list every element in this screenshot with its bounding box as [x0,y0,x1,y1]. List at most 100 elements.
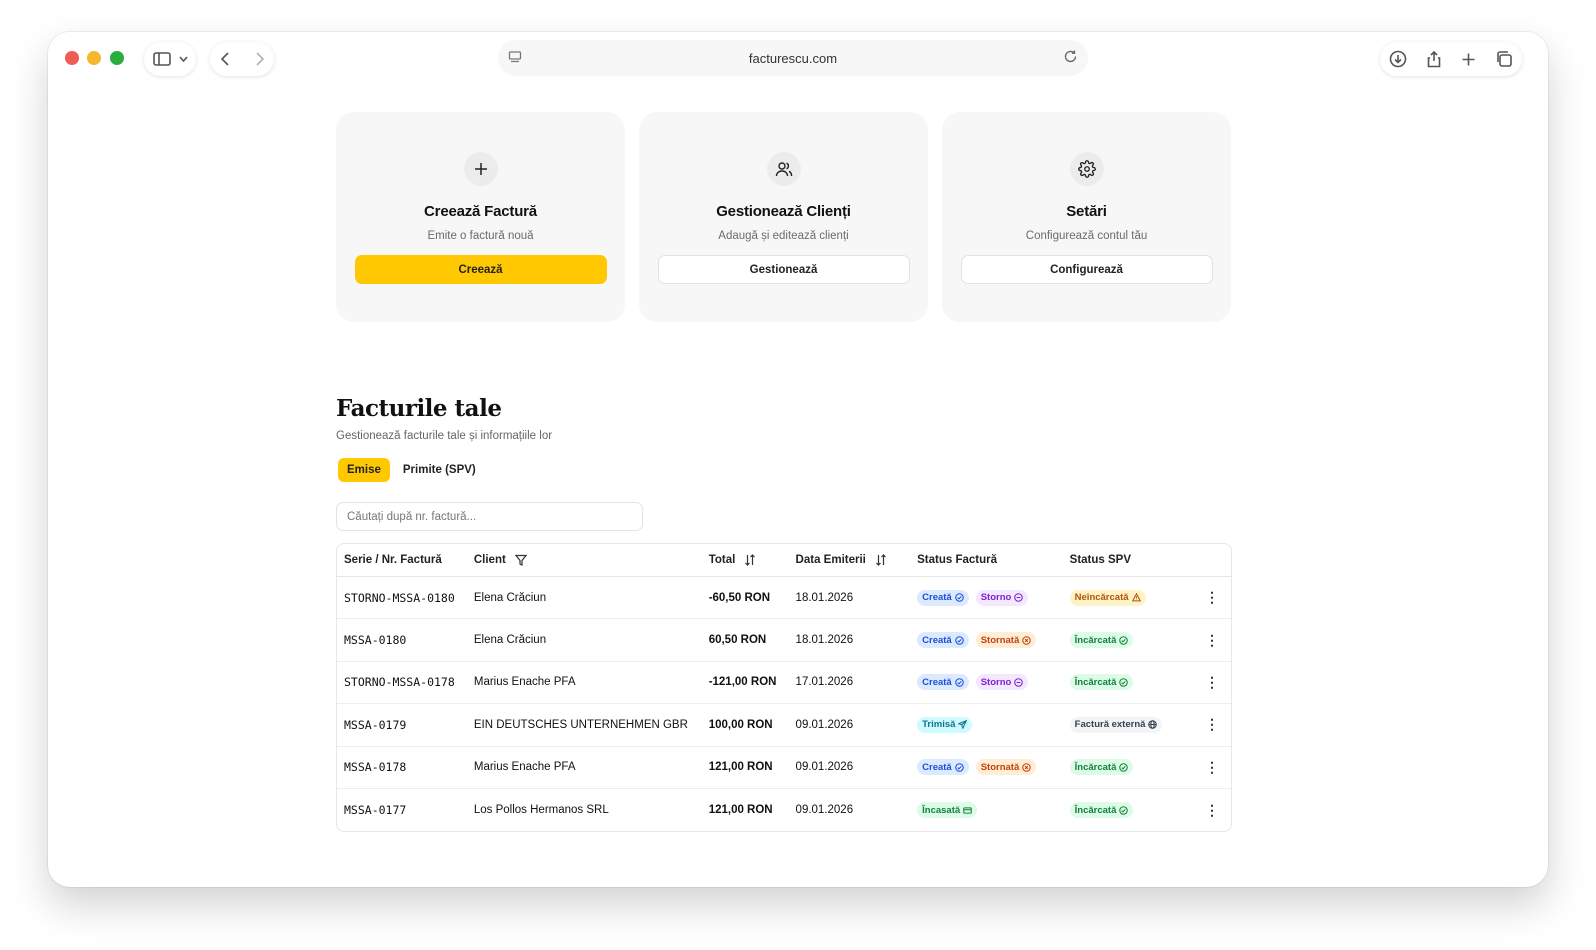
tab-primite[interactable]: Primite (SPV) [394,458,485,482]
users-icon [766,152,801,186]
client-name: Elena Crăciun [466,619,702,662]
more-options-icon[interactable]: ⋮ [1205,803,1219,817]
status-badge: Creată [917,632,969,649]
share-icon[interactable] [1426,50,1442,68]
warning-icon [1131,593,1141,602]
card-subtitle: Adaugă și editează clienți [718,230,849,242]
spv-badge: Neîncărcată [1069,589,1146,606]
table-row[interactable]: STORNO-MSSA-0178 Marius Enache PFA -121,00… [337,662,1231,705]
back-icon[interactable] [220,52,229,66]
card-title: Setări [1066,203,1107,220]
check-circle-icon [1119,805,1129,815]
sidebar-toggle-button[interactable] [144,42,196,76]
address-bar[interactable]: facturescu.com [498,40,1088,76]
client-name: Los Pollos Hermanos SRL [473,804,609,817]
card-settings: Setări Configurează contul tău Configure… [942,112,1231,322]
col-status-header: Status Factură [910,544,1063,577]
new-tab-icon[interactable] [1461,52,1476,67]
search-input[interactable] [336,502,643,531]
table-row[interactable]: STORNO-MSSA-0180 Elena Crăciun -60,50 RON 1… [337,577,1231,620]
table-row[interactable]: MSSA-0180 Elena Crăciun 60,50 RON 18.01.202… [337,619,1231,662]
table-row[interactable]: MSSA-0177 Los Pollos Hermanos SRL 121,00 R… [337,789,1231,831]
manage-clients-button[interactable]: Gestionează [657,255,910,284]
check-circle-icon [954,678,964,687]
check-circle-icon [954,635,964,645]
col-total-header[interactable]: Total [701,544,789,577]
col-spv-header: Status SPV [1062,544,1173,577]
card-title: Gestionează Clienți [716,203,851,220]
more-options-icon[interactable]: ⋮ [1205,675,1219,689]
spv-status-cell: Factură externă [1062,704,1173,747]
forward-icon[interactable] [255,52,265,66]
create-invoice-button[interactable]: Creează [354,255,607,284]
main-content: Creează Factură Emite o factură nouă Cre… [336,112,1232,833]
col-series-header: Serie / Nr. Factură [337,544,467,577]
download-icon[interactable] [1389,50,1407,68]
close-window-button[interactable] [65,51,79,65]
reload-icon[interactable] [1063,49,1078,64]
card-title: Creează Factură [424,203,537,220]
issue-date: 09.01.2026 [788,704,911,747]
status-badge: Încasată [917,802,978,819]
invoice-number: MSSA-0179 [337,704,467,747]
invoice-number: MSSA-0177 [344,803,407,818]
col-client-header[interactable]: Client [466,544,702,577]
tab-emise[interactable]: Emise [338,458,390,482]
table-row[interactable]: MSSA-0178 Marius Enache PFA 121,00 RON 09.0… [337,747,1231,789]
status-badge: Creată [917,674,969,691]
spv-status-cell: Încărcată [1062,747,1173,789]
invoice-status-cell: Încasată [910,789,1063,831]
card-manage-clients: Gestionează Clienți Adaugă și editează c… [639,112,928,322]
invoice-number: MSSA-0180 [337,619,467,662]
minimize-window-button[interactable] [87,51,101,65]
invoice-status-cell: Creată Stornată [910,747,1063,789]
invoice-total: -60,50 RON [701,577,789,620]
invoice-total: 121,00 RON [708,804,773,817]
card-icon [963,806,972,814]
configure-button[interactable]: Configurează [960,255,1213,284]
table-header-row: Serie / Nr. Factură Client Total Data Em… [337,544,1231,577]
card-subtitle: Configurează contul tău [1025,230,1148,242]
card-create-invoice: Creează Factură Emite o factură nouă Cre… [336,112,625,322]
invoice-status-cell: Trimisă [910,704,1063,747]
invoice-status-cell: Creată Storno [910,662,1063,705]
spv-status-cell: Încărcată [1062,662,1173,705]
spv-badge: Factură externă [1069,716,1163,733]
invoice-total: -121,00 RON [701,662,789,705]
client-name: EIN DEUTSCHES UNTERNEHMEN GBR [466,704,702,747]
spv-badge: Încărcată [1069,759,1134,776]
issue-date: 18.01.2026 [788,619,911,662]
globe-icon [1148,720,1158,730]
invoice-status-cell: Creată Storno [910,577,1063,620]
sort-icon[interactable] [875,554,887,566]
sort-icon[interactable] [744,554,756,566]
date-header-label: Data Emiterii [795,554,866,566]
zoom-window-button[interactable] [110,51,124,65]
issue-date: 09.01.2026 [795,804,854,817]
row-actions-cell: ⋮ [1172,577,1231,620]
page-title: Facturile tale [336,395,502,422]
check-circle-icon [954,762,964,772]
spv-badge: Încărcată [1069,802,1134,819]
client-name: Marius Enache PFA [466,662,702,705]
invoices-table: Serie / Nr. Factură Client Total Data Em… [336,543,1232,833]
more-options-icon[interactable]: ⋮ [1205,590,1219,604]
status-badge: Stornată [975,632,1037,649]
spv-status-cell: Încărcată [1063,789,1173,831]
quick-actions: Creează Factură Emite o factură nouă Cre… [336,112,1232,322]
page-menu-icon[interactable] [508,50,522,64]
more-options-icon[interactable]: ⋮ [1205,760,1219,774]
card-subtitle: Emite o factură nouă [427,230,534,242]
minus-circle-icon [1014,678,1024,687]
filter-icon[interactable] [514,554,527,566]
check-circle-icon [1119,762,1129,772]
status-badge: Creată [917,589,969,606]
table-row[interactable]: MSSA-0179 EIN DEUTSCHES UNTERNEHMEN GBR 10… [337,704,1231,747]
chevron-down-icon [178,56,188,62]
status-badge: Storno [975,589,1029,606]
row-actions-cell: ⋮ [1173,789,1231,831]
col-date-header[interactable]: Data Emiterii [788,544,911,577]
tab-overview-icon[interactable] [1495,50,1513,68]
more-options-icon[interactable]: ⋮ [1205,633,1219,647]
more-options-icon[interactable]: ⋮ [1205,717,1219,731]
